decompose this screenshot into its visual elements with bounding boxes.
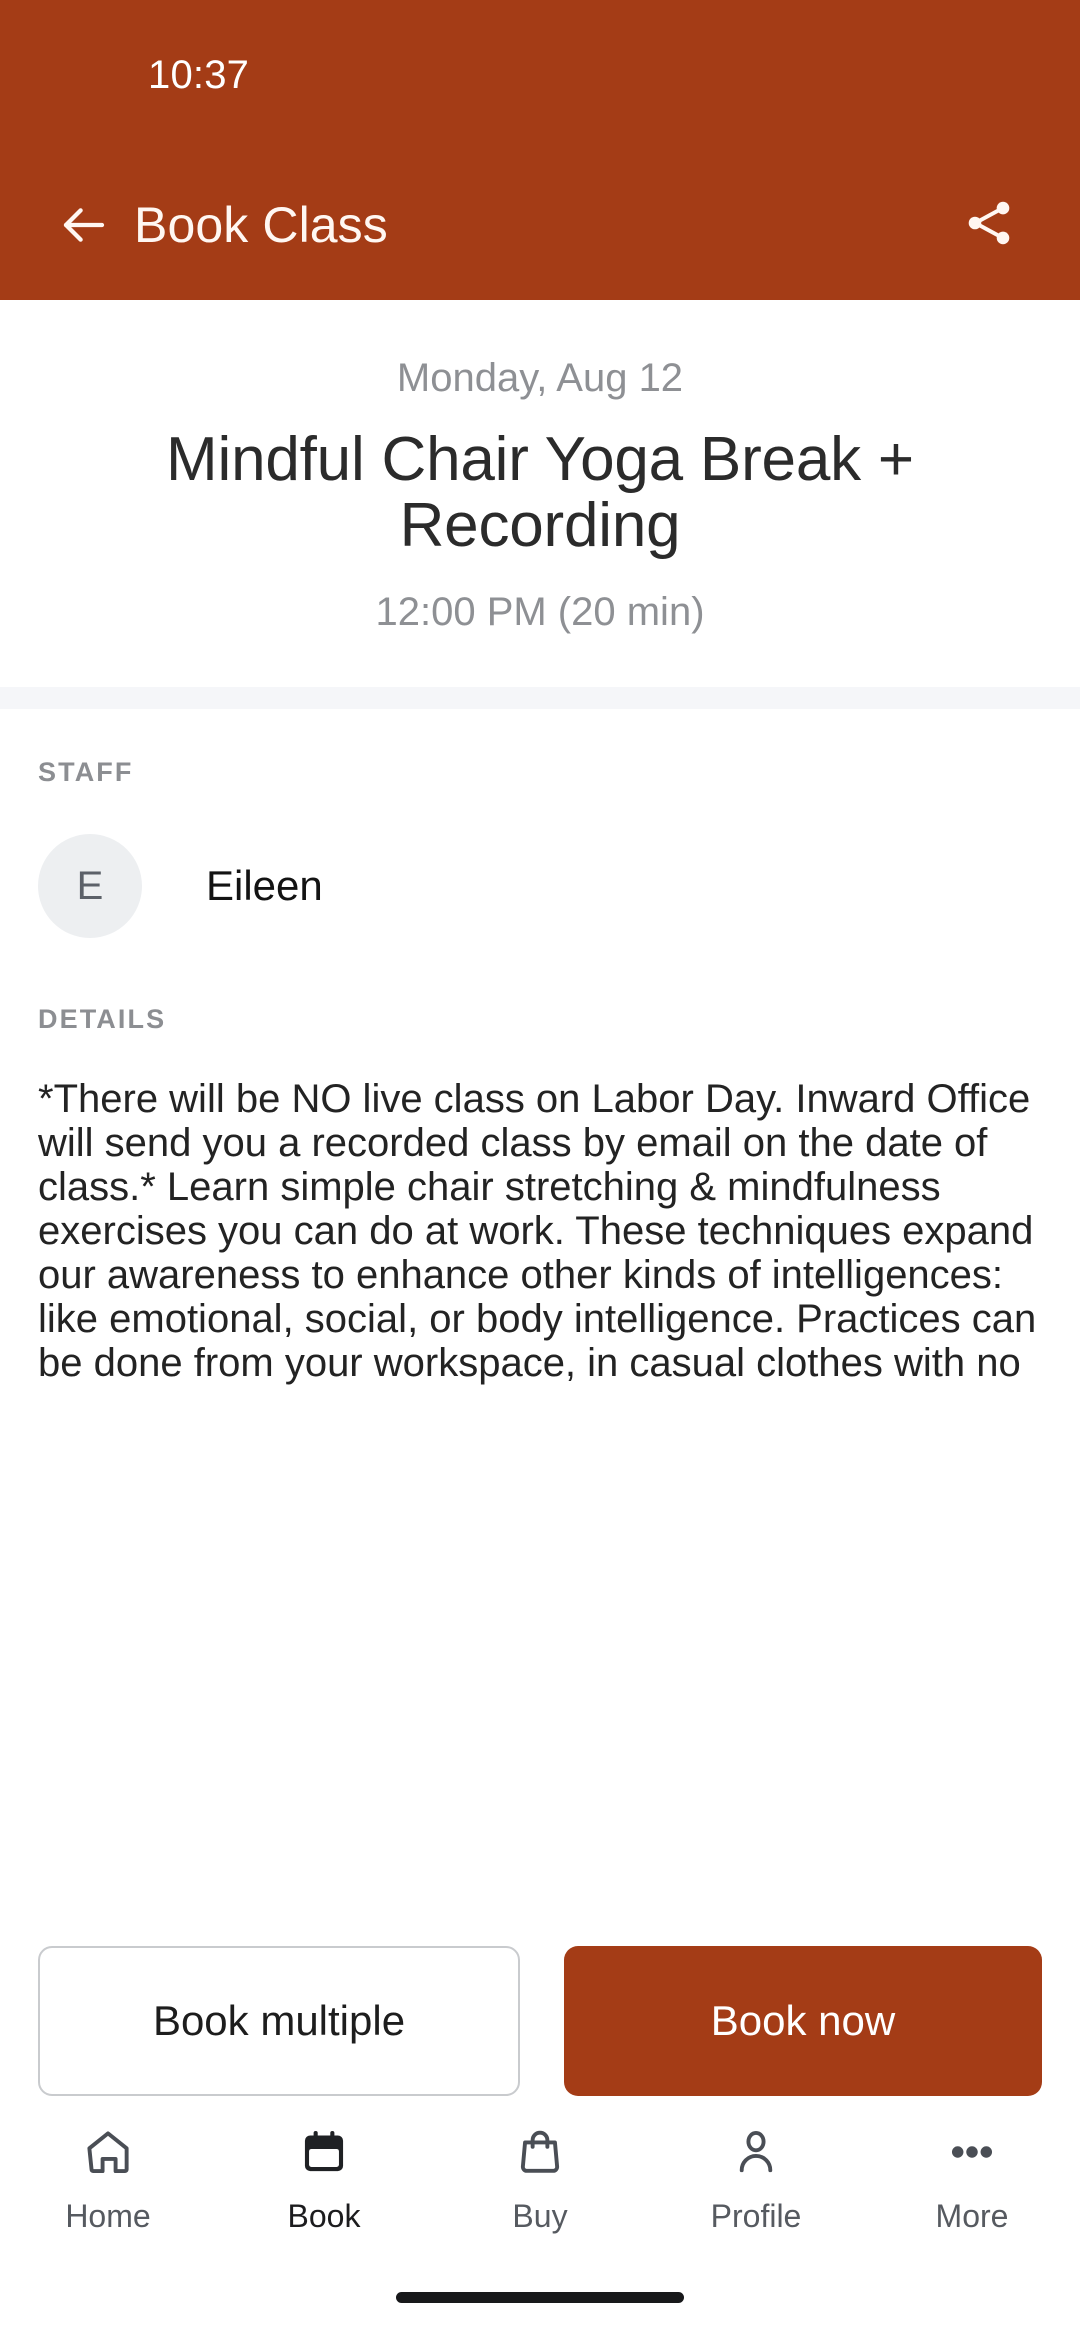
bottom-navigation: Home Book Buy Profile More <box>0 2096 1080 2292</box>
nav-label-book: Book <box>287 2198 361 2234</box>
staff-list-item[interactable]: E Eileen <box>38 834 1042 939</box>
nav-item-book[interactable]: Book <box>216 2120 432 2235</box>
nav-label-home: Home <box>65 2198 151 2234</box>
class-date: Monday, Aug 12 <box>396 356 684 400</box>
status-bar-clock: 10:37 <box>148 52 250 97</box>
nav-label-profile: Profile <box>710 2198 802 2234</box>
nav-label-buy: Buy <box>512 2198 568 2234</box>
staff-section-label: STAFF <box>38 757 134 788</box>
nav-item-home[interactable]: Home <box>0 2120 216 2235</box>
status-bar: 10:37 <box>0 0 1080 150</box>
back-button[interactable] <box>48 189 120 261</box>
class-detail-content[interactable]: STAFF E Eileen DETAILS *There will be NO… <box>0 709 1080 1920</box>
home-icon <box>82 2120 134 2184</box>
ellipsis-icon <box>946 2120 998 2184</box>
nav-item-buy[interactable]: Buy <box>432 2120 648 2235</box>
class-time: 12:00 PM (20 min) <box>375 590 705 635</box>
book-multiple-button[interactable]: Book multiple <box>38 1946 520 2096</box>
class-header: Monday, Aug 12 Mindful Chair Yoga Break … <box>0 300 1080 687</box>
app-bar: 10:37 Book Class <box>0 0 1080 300</box>
class-title: Mindful Chair Yoga Break + Recording <box>166 425 914 560</box>
title-bar: Book Class <box>0 150 1080 300</box>
person-icon <box>730 2120 782 2184</box>
avatar-initial: E <box>76 863 104 908</box>
home-indicator[interactable] <box>396 2292 684 2303</box>
details-description: *There will be NO live class on Labor Da… <box>38 1077 1037 1386</box>
action-bar: Book multiple Book now <box>0 1920 1080 2096</box>
nav-label-more: More <box>935 2198 1009 2234</box>
arrow-left-icon <box>57 198 111 252</box>
app-screen: 10:37 Book Class Monday, Aug 12 Mindful … <box>0 0 1080 2340</box>
staff-name: Eileen <box>206 862 323 910</box>
calendar-icon <box>298 2120 350 2184</box>
details-section-label: DETAILS <box>38 1004 167 1035</box>
section-divider <box>0 687 1080 710</box>
bag-icon <box>514 2120 566 2184</box>
avatar: E <box>38 834 142 939</box>
book-now-button[interactable]: Book now <box>564 1946 1042 2096</box>
share-button[interactable] <box>950 186 1028 264</box>
page-title: Book Class <box>134 197 388 253</box>
nav-item-more[interactable]: More <box>864 2120 1080 2235</box>
nav-item-profile[interactable]: Profile <box>648 2120 864 2235</box>
home-indicator-area <box>0 2292 1080 2340</box>
share-icon <box>961 195 1017 256</box>
